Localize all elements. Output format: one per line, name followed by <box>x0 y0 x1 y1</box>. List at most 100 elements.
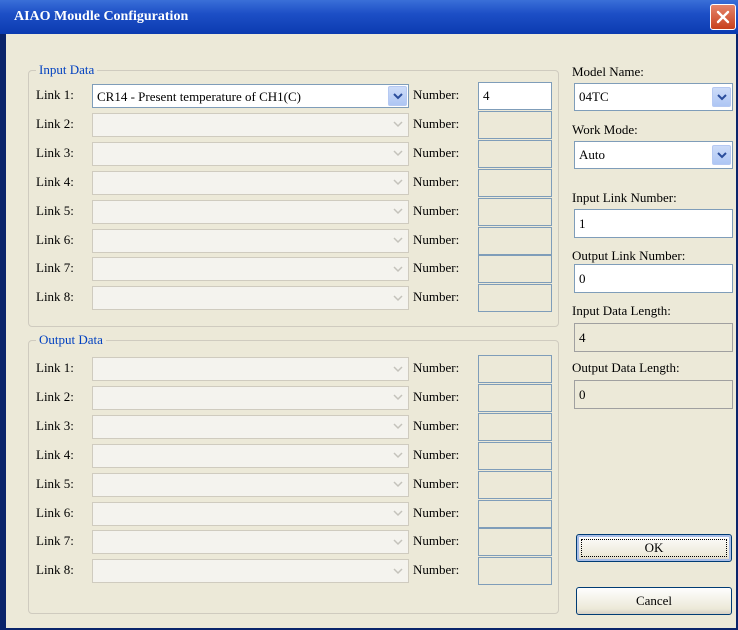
output-link-6-number-field[interactable] <box>478 499 552 528</box>
ok-button[interactable]: OK <box>576 534 732 562</box>
input-link-3-label: Link 3: <box>36 144 74 160</box>
cancel-button[interactable]: Cancel <box>576 587 732 615</box>
input-link-1-select[interactable]: CR14 - Present temperature of CH1(C) <box>92 84 409 108</box>
output-link-7-dropdown-button[interactable] <box>388 532 407 552</box>
input-link-7-label: Link 7: <box>36 260 74 276</box>
input-link-1-value: CR14 - Present temperature of CH1(C) <box>97 89 301 104</box>
output-link-8-number-label: Number: <box>413 562 460 578</box>
output-link-7-number-field[interactable] <box>478 528 552 557</box>
input-data-length-label: Input Data Length: <box>572 303 671 318</box>
input-link-5-dropdown-button[interactable] <box>388 202 407 222</box>
input-link-4-dropdown-button[interactable] <box>388 173 407 193</box>
output-link-6-label: Link 6: <box>36 504 74 520</box>
output-link-2-dropdown-button[interactable] <box>388 388 407 408</box>
output-link-6-select[interactable] <box>92 501 409 526</box>
output-link-number-field[interactable]: 0 <box>574 264 733 293</box>
input-link-6-dropdown-button[interactable] <box>388 231 407 251</box>
input-link-2-select[interactable] <box>92 112 409 137</box>
input-link-4-select[interactable] <box>92 170 409 195</box>
output-link-1-select[interactable] <box>92 357 409 381</box>
output-link-3-label: Link 3: <box>36 417 74 433</box>
output-link-2-number-label: Number: <box>413 388 460 404</box>
work-mode-label: Work Mode: <box>572 122 638 137</box>
input-data-length-field: 4 <box>574 323 733 352</box>
input-data-length-value: 4 <box>579 330 586 345</box>
output-link-8-dropdown-button[interactable] <box>388 561 407 581</box>
input-link-1-number-value: 4 <box>483 88 490 103</box>
output-link-1-dropdown-button[interactable] <box>388 359 407 379</box>
input-link-5-number-field[interactable] <box>478 197 552 226</box>
input-link-6-select[interactable] <box>92 228 409 253</box>
chevron-down-icon <box>392 539 403 545</box>
input-link-7-select[interactable] <box>92 257 409 282</box>
window-title: AIAO Moudle Configuration <box>14 9 189 24</box>
output-link-6-dropdown-button[interactable] <box>388 504 407 524</box>
input-link-1-dropdown-button[interactable] <box>388 86 407 106</box>
output-data-length-label: Output Data Length: <box>572 360 680 375</box>
output-link-8-label: Link 8: <box>36 562 74 578</box>
chevron-down-icon <box>392 394 403 401</box>
chevron-down-icon <box>716 151 727 158</box>
output-link-3-number-field[interactable] <box>478 412 552 441</box>
title-bar[interactable]: AIAO Moudle Configuration <box>0 0 738 34</box>
output-link-5-dropdown-button[interactable] <box>388 475 407 495</box>
input-link-8-dropdown-button[interactable] <box>388 288 407 308</box>
input-link-3-dropdown-button[interactable] <box>388 144 407 164</box>
work-mode-select[interactable]: Auto <box>574 141 733 169</box>
output-link-4-number-field[interactable] <box>478 441 552 470</box>
model-name-select[interactable]: 04TC <box>574 83 733 111</box>
chevron-down-icon <box>392 179 403 186</box>
input-link-2-dropdown-button[interactable] <box>388 115 407 135</box>
output-link-5-number-label: Number: <box>413 475 460 491</box>
input-link-2-number-field[interactable] <box>478 110 552 139</box>
output-link-8-number-field[interactable] <box>478 557 552 586</box>
chevron-down-icon <box>392 237 403 244</box>
input-link-7-number-field[interactable] <box>478 255 552 284</box>
output-link-2-number-field[interactable] <box>478 383 552 412</box>
input-link-number-value: 1 <box>579 216 586 231</box>
input-link-7-dropdown-button[interactable] <box>388 259 407 279</box>
focus-rect <box>581 539 727 557</box>
output-link-7-select[interactable] <box>92 530 409 555</box>
input-link-3-number-field[interactable] <box>478 139 552 168</box>
output-link-7-number-label: Number: <box>413 533 460 549</box>
output-link-5-number-field[interactable] <box>478 470 552 499</box>
input-link-6-number-field[interactable] <box>478 226 552 255</box>
output-link-number-label: Output Link Number: <box>572 248 686 263</box>
input-link-1-number-field[interactable]: 4 <box>478 82 552 110</box>
input-link-8-select[interactable] <box>92 286 409 311</box>
chevron-down-icon <box>392 92 403 99</box>
output-data-legend: Output Data <box>36 332 106 348</box>
close-button[interactable] <box>710 4 736 30</box>
output-data-length-field: 0 <box>574 380 733 409</box>
input-link-3-select[interactable] <box>92 141 409 166</box>
input-link-8-number-field[interactable] <box>478 284 552 313</box>
output-link-8-select[interactable] <box>92 559 409 584</box>
input-data-legend: Input Data <box>36 62 98 78</box>
output-link-5-select[interactable] <box>92 472 409 497</box>
model-name-dropdown-button[interactable] <box>712 87 731 107</box>
output-link-2-select[interactable] <box>92 385 409 410</box>
work-mode-dropdown-button[interactable] <box>712 145 731 165</box>
output-link-1-number-field[interactable] <box>478 355 552 383</box>
output-link-3-dropdown-button[interactable] <box>388 417 407 437</box>
chevron-down-icon <box>392 266 403 272</box>
input-link-4-label: Link 4: <box>36 173 74 189</box>
input-link-8-number-label: Number: <box>413 289 460 305</box>
input-link-number-field[interactable]: 1 <box>574 209 733 238</box>
output-link-3-number-label: Number: <box>413 417 460 433</box>
output-data-length-value: 0 <box>579 387 586 402</box>
output-link-4-select[interactable] <box>92 443 409 468</box>
chevron-down-icon <box>392 208 403 215</box>
output-link-4-dropdown-button[interactable] <box>388 446 407 466</box>
output-link-5-label: Link 5: <box>36 475 74 491</box>
input-link-5-select[interactable] <box>92 199 409 224</box>
input-link-4-number-field[interactable] <box>478 168 552 197</box>
close-icon <box>716 10 730 24</box>
input-link-7-number-label: Number: <box>413 260 460 276</box>
work-mode-value: Auto <box>579 147 605 162</box>
chevron-down-icon <box>716 93 727 100</box>
output-link-3-select[interactable] <box>92 414 409 439</box>
input-link-6-number-label: Number: <box>413 231 460 247</box>
chevron-down-icon <box>392 365 403 372</box>
